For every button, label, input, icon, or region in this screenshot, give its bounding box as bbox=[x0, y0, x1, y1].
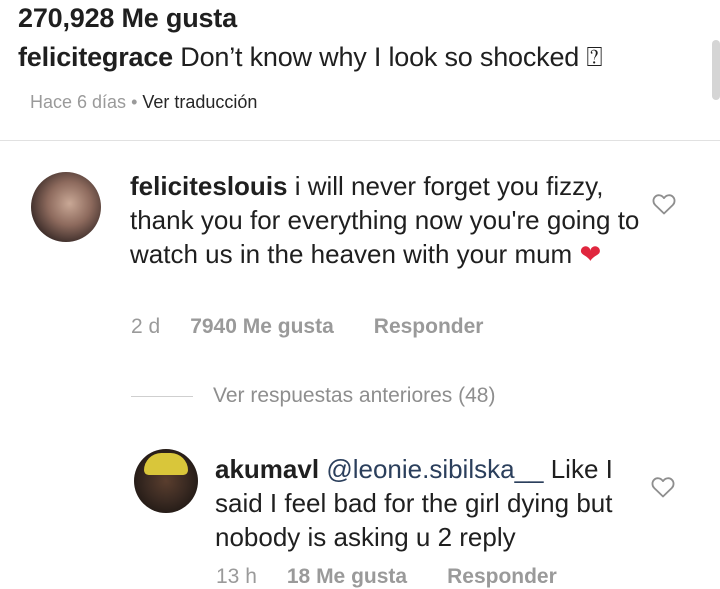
comment-like-count[interactable]: 18 Me gusta bbox=[287, 565, 407, 589]
comment-time: 13 h bbox=[216, 565, 257, 588]
reply-button[interactable]: Responder bbox=[447, 565, 557, 589]
post-like-count[interactable]: 270,928 Me gusta bbox=[18, 3, 237, 34]
comment-body: akumavl @leonie.sibilska__ Like I said I… bbox=[215, 452, 635, 554]
post-meta: Hace 6 días • Ver traducción bbox=[30, 92, 257, 113]
heart-outline-icon[interactable] bbox=[650, 476, 676, 498]
caption-username[interactable]: felicitegrace bbox=[18, 42, 173, 72]
avatar-hair bbox=[144, 453, 188, 475]
comment-time: 2 d bbox=[131, 315, 161, 338]
comment-username[interactable]: akumavl bbox=[215, 454, 319, 484]
comment-actions: 2 d 7940 Me gusta Responder bbox=[131, 315, 483, 339]
section-divider bbox=[0, 140, 720, 141]
heart-outline-icon[interactable] bbox=[651, 193, 677, 215]
heart-emoji: ❤ bbox=[579, 239, 602, 269]
comment-like-count[interactable]: 7940 Me gusta bbox=[190, 315, 334, 339]
scrollbar-thumb[interactable] bbox=[712, 40, 720, 100]
avatar[interactable] bbox=[31, 172, 101, 242]
post-time: Hace 6 días bbox=[30, 92, 127, 112]
view-replies-label[interactable]: Ver respuestas anteriores (48) bbox=[213, 384, 495, 407]
avatar[interactable] bbox=[134, 449, 198, 513]
meta-separator: • bbox=[126, 92, 143, 112]
post-caption: felicitegrace Don’t know why I look so s… bbox=[18, 42, 603, 74]
comment-actions: 13 h 18 Me gusta Responder bbox=[216, 565, 557, 589]
comment-body: feliciteslouis i will never forget you f… bbox=[130, 169, 640, 271]
reply-button[interactable]: Responder bbox=[374, 315, 484, 339]
view-previous-replies[interactable]: Ver respuestas anteriores (48) bbox=[131, 384, 495, 408]
replies-line bbox=[131, 395, 193, 397]
comment-mention[interactable]: @leonie.sibilska__ bbox=[326, 454, 543, 484]
caption-text: Don’t know why I look so shocked ⍰ bbox=[172, 42, 603, 72]
comment-username[interactable]: feliciteslouis bbox=[130, 171, 288, 201]
translate-link[interactable]: Ver traducción bbox=[142, 92, 257, 112]
